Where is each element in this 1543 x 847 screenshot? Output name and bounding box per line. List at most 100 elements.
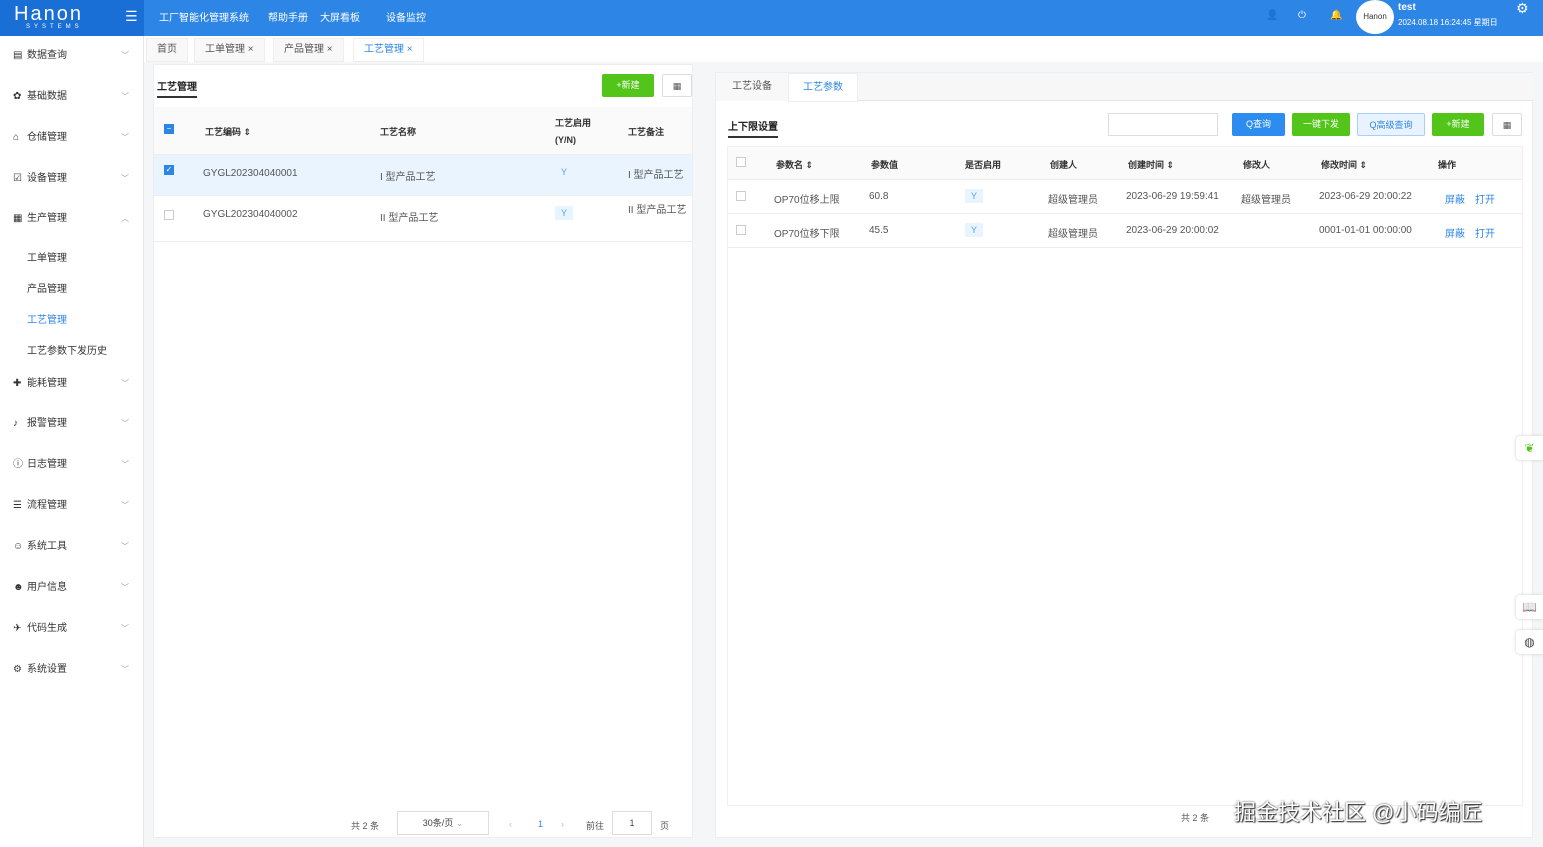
- search-input[interactable]: [1108, 113, 1218, 136]
- new-button[interactable]: +新建: [602, 74, 654, 97]
- leaf-icon[interactable]: ❦: [1516, 436, 1543, 460]
- open-link[interactable]: 打开: [1475, 229, 1495, 240]
- cell-created: 2023-06-29 20:00:02: [1126, 225, 1219, 236]
- chevron-icon: ﹀: [121, 460, 129, 469]
- shield-link[interactable]: 屏蔽: [1445, 229, 1465, 240]
- open-link[interactable]: 打开: [1475, 195, 1495, 206]
- book-icon[interactable]: 📖: [1516, 595, 1543, 619]
- row-checkbox[interactable]: [736, 191, 746, 201]
- row-checkbox[interactable]: [736, 225, 746, 235]
- nav-monitor[interactable]: 设备监控: [386, 9, 426, 24]
- logo-subtext: SYSTEMS: [26, 24, 83, 30]
- power-icon[interactable]: ⏻: [1298, 10, 1306, 21]
- cell-enabled: Y: [555, 165, 574, 179]
- menu-icon: ♪: [13, 418, 18, 429]
- column-header[interactable]: 创建时间 ⇕: [1128, 158, 1174, 171]
- sidebar-item[interactable]: ✿ 基础数据 ﹀: [13, 87, 133, 107]
- nav-help[interactable]: 帮助手册: [268, 9, 308, 24]
- cell-name: OP70位移上限: [774, 195, 840, 206]
- cell-value: 60.8: [869, 191, 889, 202]
- sidebar-item[interactable]: ☺ 系统工具 ﹀: [13, 537, 133, 557]
- tab-home[interactable]: 首页: [146, 38, 188, 62]
- user-icon[interactable]: 👤: [1266, 10, 1278, 21]
- row-checkbox[interactable]: [164, 210, 174, 220]
- sidebar-subitem[interactable]: 工单管理: [27, 249, 67, 264]
- cell-remark: I 型产品工艺: [628, 170, 684, 181]
- dispatch-button[interactable]: 一键下发: [1292, 113, 1350, 136]
- page-unit: 页: [660, 821, 670, 831]
- tab-process[interactable]: 工艺管理 ×: [353, 38, 424, 62]
- cell-name: I 型产品工艺: [380, 172, 436, 183]
- page-1[interactable]: 1: [538, 819, 543, 829]
- column-header[interactable]: 修改时间 ⇕: [1321, 158, 1367, 171]
- sidebar-item[interactable]: ⌂ 仓储管理 ﹀: [13, 128, 133, 148]
- enabled-tag: Y: [965, 223, 984, 237]
- chevron-icon: ﹀: [121, 174, 129, 183]
- advanced-query-button[interactable]: Q高级查询: [1357, 113, 1425, 136]
- sidebar-item[interactable]: ☑ 设备管理 ﹀: [13, 169, 133, 189]
- cell-actions: 屏蔽 打开: [1445, 225, 1505, 240]
- column-header[interactable]: 参数名 ⇕: [776, 158, 813, 171]
- cell-enabled: Y: [965, 189, 984, 203]
- nav-dashboard[interactable]: 大屏看板: [320, 9, 360, 24]
- query-button[interactable]: Q查询: [1232, 113, 1285, 136]
- col-code[interactable]: 工艺编码 ⇕: [205, 125, 251, 138]
- bell-icon[interactable]: 🔔: [1330, 10, 1342, 21]
- column-settings-button[interactable]: ▦: [662, 74, 692, 97]
- sidebar-item[interactable]: ⚙ 系统设置 ﹀: [13, 660, 133, 680]
- sidebar-subitem[interactable]: 产品管理: [27, 280, 67, 295]
- tab-process-equipment[interactable]: 工艺设备: [716, 73, 788, 101]
- sidebar-item-label: 系统设置: [27, 664, 67, 675]
- table-row[interactable]: ✓ GYGL202304040001 I 型产品工艺 Y I 型产品工艺: [154, 155, 692, 196]
- sidebar-item[interactable]: ☻ 用户信息 ﹀: [13, 578, 133, 598]
- goto-input[interactable]: 1: [612, 811, 652, 835]
- sidebar-item-label: 生产管理: [27, 213, 67, 224]
- new-param-button[interactable]: +新建: [1432, 113, 1484, 136]
- gear-icon[interactable]: ⚙: [1516, 0, 1529, 17]
- avatar[interactable]: Hanon: [1356, 0, 1394, 34]
- close-icon[interactable]: ×: [327, 44, 333, 55]
- sidebar-item[interactable]: ▦ 生产管理 ︿: [13, 209, 133, 229]
- palette-icon[interactable]: ◍: [1516, 630, 1543, 654]
- sidebar-item[interactable]: ⓘ 日志管理 ﹀: [13, 455, 133, 475]
- row-checkbox[interactable]: ✓: [164, 165, 174, 175]
- col-enabled: 工艺启用(Y/N): [555, 118, 592, 145]
- sidebar: ▤ 数据查询 ﹀ ✿ 基础数据 ﹀ ⌂ 仓储管理 ﹀ ☑ 设备管理 ﹀ ▦ 生产管理 ︿ ✚ 能耗管理 ﹀ ♪ 报警管…: [0, 36, 144, 847]
- sidebar-subitem[interactable]: 工艺管理: [27, 311, 67, 326]
- sidebar-item[interactable]: ✚ 能耗管理 ﹀: [13, 374, 133, 394]
- table-row[interactable]: OP70位移下限 45.5 Y 超级管理员 2023-06-29 20:00:02 000…: [728, 214, 1522, 248]
- column-settings-button[interactable]: ▦: [1492, 113, 1522, 136]
- tab-label: 产品管理: [284, 44, 324, 55]
- chevron-icon: ﹀: [121, 419, 129, 428]
- select-all-checkbox[interactable]: −: [164, 124, 174, 134]
- table-row[interactable]: OP70位移上限 60.8 Y 超级管理员 2023-06-29 19:59:41 超级管…: [728, 180, 1522, 214]
- sidebar-item-label: 流程管理: [27, 500, 67, 511]
- menu-icon: ☺: [13, 541, 24, 552]
- cell-creator: 超级管理员: [1048, 195, 1098, 206]
- user-name: test: [1398, 2, 1416, 13]
- logo: Hanon SYSTEMS: [0, 0, 144, 36]
- tab-bar: 首页 工单管理 × 产品管理 × 工艺管理 ×: [144, 36, 1543, 62]
- menu-toggle-icon[interactable]: ☰: [125, 8, 138, 25]
- tab-work-order[interactable]: 工单管理 ×: [194, 38, 265, 62]
- cell-name: II 型产品工艺: [380, 213, 439, 224]
- sidebar-item[interactable]: ▤ 数据查询 ﹀: [13, 46, 133, 66]
- params-table: 参数名 ⇕ 参数值 是否启用 创建人 创建时间 ⇕ 修改人 修改时间 ⇕ 操作 OP70位移上…: [727, 146, 1523, 806]
- sidebar-item[interactable]: ☰ 流程管理 ﹀: [13, 496, 133, 516]
- sidebar-subitem[interactable]: 工艺参数下发历史: [27, 342, 107, 357]
- next-page-icon[interactable]: ›: [561, 819, 564, 829]
- table-row[interactable]: GYGL202304040002 II 型产品工艺 Y II 型产品工艺: [154, 196, 692, 242]
- prev-page-icon[interactable]: ‹: [509, 819, 512, 829]
- chevron-icon: ﹀: [121, 379, 129, 388]
- nav-system[interactable]: 工厂智能化管理系统: [159, 9, 249, 24]
- tab-product[interactable]: 产品管理 ×: [273, 38, 344, 62]
- tab-process-params[interactable]: 工艺参数: [788, 73, 858, 102]
- sidebar-item[interactable]: ♪ 报警管理 ﹀: [13, 414, 133, 434]
- close-icon[interactable]: ×: [248, 44, 254, 55]
- page-size-select[interactable]: 30条/页 ⌄: [397, 811, 489, 835]
- total-count: 共 2 条: [351, 821, 380, 831]
- shield-link[interactable]: 屏蔽: [1445, 195, 1465, 206]
- close-icon[interactable]: ×: [407, 44, 413, 55]
- sidebar-item[interactable]: ✈ 代码生成 ﹀: [13, 619, 133, 639]
- select-all-checkbox[interactable]: [736, 157, 746, 167]
